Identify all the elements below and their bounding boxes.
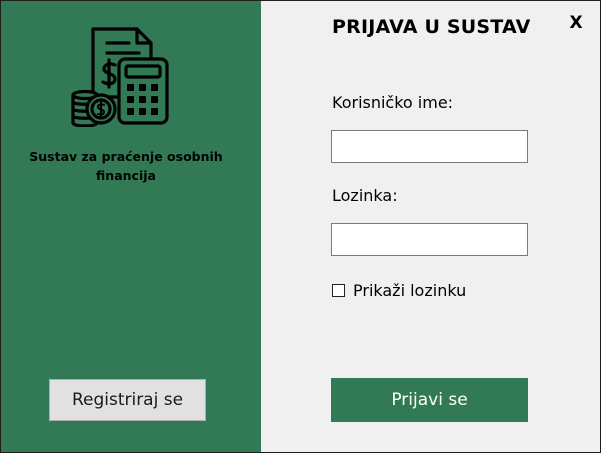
finance-calculator-icon	[71, 23, 173, 128]
password-label: Lozinka:	[332, 186, 398, 205]
show-password-toggle[interactable]: Prikaži lozinku	[332, 279, 466, 301]
show-password-label: Prikaži lozinku	[353, 280, 467, 300]
sidebar-panel: Sustav za praćenje osobnih financija Reg…	[1, 1, 261, 452]
password-field[interactable]	[331, 223, 528, 256]
register-button[interactable]: Registriraj se	[49, 379, 206, 421]
tagline-line-2: financija	[96, 168, 156, 183]
username-field[interactable]	[331, 130, 528, 163]
close-button[interactable]: X	[567, 13, 585, 35]
username-label: Korisničko ime:	[332, 93, 454, 112]
app-tagline: Sustav za praćenje osobnih financija	[11, 147, 241, 185]
login-button[interactable]: Prijavi se	[331, 378, 528, 422]
page-title: PRIJAVA U SUSTAV	[332, 16, 531, 38]
login-window: Sustav za praćenje osobnih financija Reg…	[1, 1, 600, 452]
tagline-line-1: Sustav za praćenje osobnih	[29, 149, 223, 164]
show-password-checkbox[interactable]	[332, 283, 345, 297]
